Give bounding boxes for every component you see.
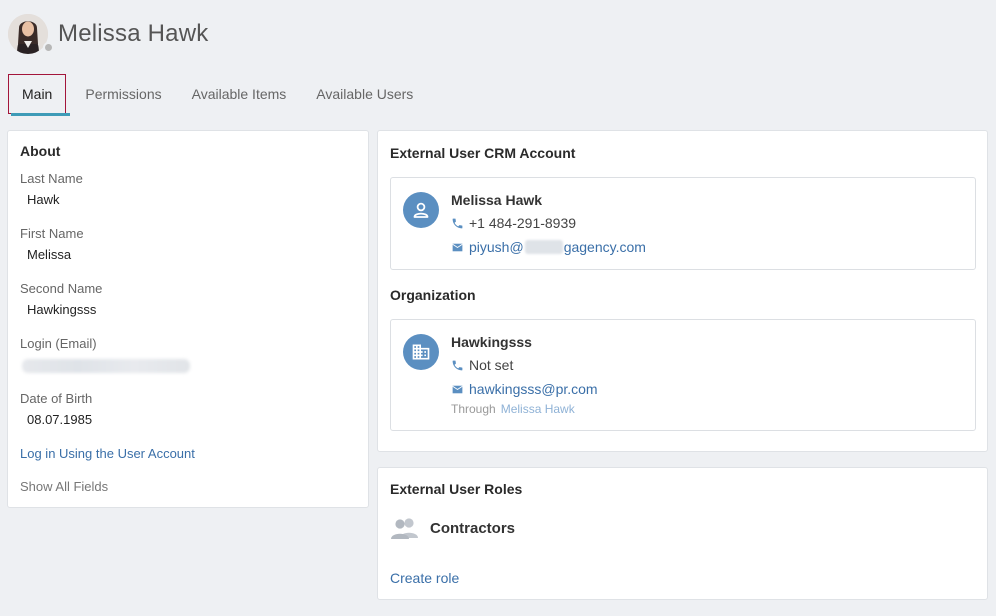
organization-email-value[interactable]: hawkingsss@pr.com — [469, 381, 598, 397]
person-icon — [403, 192, 439, 228]
tab-available-items[interactable]: Available Items — [177, 74, 302, 114]
field-date-of-birth: Date of Birth 08.07.1985 — [20, 391, 92, 427]
field-value: Hawk — [27, 192, 60, 207]
mail-icon — [452, 385, 463, 393]
tab-available-users[interactable]: Available Users — [301, 74, 428, 114]
tab-bar: Main Permissions Available Items Availab… — [8, 74, 428, 116]
status-dot — [43, 42, 54, 53]
field-value: Hawkingsss — [27, 302, 97, 317]
phone-icon — [452, 360, 463, 370]
contact-phone-value: +1 484-291-8939 — [469, 215, 577, 231]
login-as-user-link[interactable]: Log in Using the User Account — [20, 446, 195, 461]
redacted-text — [524, 240, 563, 254]
through-label: Through — [451, 402, 496, 416]
building-icon — [403, 334, 439, 370]
organization-title: Organization — [390, 287, 476, 303]
organization-phone-value: Not set — [469, 357, 514, 373]
field-second-name: Second Name Hawkingsss — [20, 281, 102, 317]
organization-entry[interactable]: Hawkingsss Not set hawkingsss@pr.com Thr… — [390, 319, 976, 431]
organization-name[interactable]: Hawkingsss — [451, 334, 532, 350]
group-icon — [391, 518, 418, 539]
redacted-email — [22, 359, 190, 373]
organization-phone: Not set — [451, 357, 513, 373]
through-link[interactable]: Melissa Hawk — [501, 402, 575, 416]
contact-phone: +1 484-291-8939 — [451, 215, 576, 231]
organization-email[interactable]: hawkingsss@pr.com — [451, 381, 598, 397]
contact-email[interactable]: piyush@ gagency.com — [451, 239, 646, 255]
field-last-name: Last Name Hawk — [20, 171, 83, 207]
role-name: Contractors — [430, 519, 516, 537]
phone-icon — [452, 218, 463, 228]
crm-title: External User CRM Account — [390, 145, 576, 161]
contact-email-prefix[interactable]: piyush@ — [469, 239, 524, 255]
about-title: About — [20, 143, 61, 159]
through-line: Through Melissa Hawk — [451, 402, 575, 416]
field-label: Login (Email) — [20, 336, 97, 351]
roles-card: External User Roles Contractors Create r… — [377, 467, 988, 600]
create-role-link[interactable]: Create role — [390, 570, 459, 586]
page-title: Melissa Hawk — [58, 20, 209, 47]
avatar-photo — [8, 14, 48, 54]
field-label: First Name — [20, 226, 84, 241]
about-card: About Last Name Hawk First Name Melissa … — [7, 130, 369, 508]
avatar[interactable] — [8, 14, 48, 54]
role-item[interactable]: Contractors — [390, 516, 515, 540]
tab-main[interactable]: Main — [8, 74, 71, 116]
mail-icon — [452, 243, 463, 251]
field-label: Last Name — [20, 171, 83, 186]
tab-permissions[interactable]: Permissions — [70, 74, 176, 114]
contact-email-suffix[interactable]: gagency.com — [564, 239, 646, 255]
field-label: Date of Birth — [20, 391, 93, 406]
field-value: 08.07.1985 — [27, 412, 93, 427]
profile-header: Melissa Hawk — [8, 12, 208, 56]
field-label: Second Name — [20, 281, 103, 296]
contact-entry[interactable]: Melissa Hawk +1 484-291-8939 piyush@ gag… — [390, 177, 976, 270]
crm-card: External User CRM Account Melissa Hawk +… — [377, 130, 988, 452]
field-value: Melissa — [27, 247, 72, 262]
field-login-email: Login (Email) — [20, 336, 190, 373]
field-first-name: First Name Melissa — [20, 226, 84, 262]
roles-title: External User Roles — [390, 481, 523, 497]
show-all-fields-link[interactable]: Show All Fields — [20, 479, 108, 494]
contact-name[interactable]: Melissa Hawk — [451, 192, 542, 208]
